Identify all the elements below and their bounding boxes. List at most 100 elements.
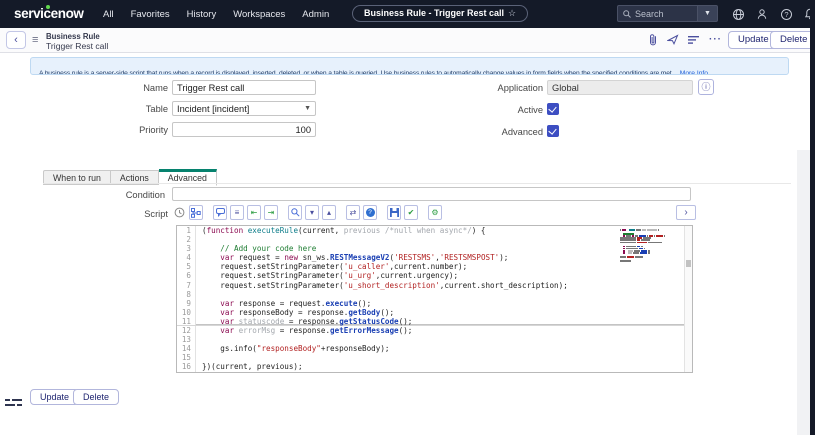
nav-admin[interactable]: Admin: [302, 9, 329, 20]
indent-right-icon[interactable]: ⇥: [264, 205, 278, 220]
find-previous-icon[interactable]: ▴: [322, 205, 336, 220]
save-icon[interactable]: [387, 205, 401, 220]
code-line[interactable]: 10 var responseBody = response.getBody()…: [177, 308, 692, 317]
help-icon-editor[interactable]: ?: [363, 205, 377, 220]
servicenow-business-rule-page: servicenow All Favorites History Workspa…: [0, 0, 815, 435]
replace-icon[interactable]: ⇄: [346, 205, 360, 220]
line-number: 16: [177, 362, 196, 371]
script-code-editor[interactable]: 1(function executeRule(current, previous…: [176, 225, 693, 373]
condition-input[interactable]: [172, 187, 691, 201]
line-number: 3: [177, 244, 196, 253]
right-edge-panel: [810, 0, 815, 435]
favorite-star-icon[interactable]: ☆: [508, 8, 516, 18]
svg-text:?: ?: [784, 10, 788, 19]
code-line[interactable]: 15: [177, 353, 692, 362]
line-number: 12: [177, 326, 196, 335]
code-line[interactable]: 14 gs.info("responseBody"+responseBody);: [177, 344, 692, 353]
editor-minimap: [620, 229, 680, 263]
line-number: 5: [177, 262, 196, 271]
context-pill[interactable]: Business Rule - Trigger Rest call ☆: [352, 5, 528, 22]
nav-history[interactable]: History: [187, 9, 217, 20]
application-info-button[interactable]: ⓘ: [698, 79, 714, 95]
code-line[interactable]: 2: [177, 235, 692, 244]
check-syntax-icon[interactable]: ✔: [404, 205, 418, 220]
more-options-icon[interactable]: ···: [709, 34, 722, 45]
code-line[interactable]: 13: [177, 335, 692, 344]
table-select[interactable]: Incident [incident] ▼: [172, 101, 316, 116]
expand-editor-button[interactable]: ›: [676, 205, 696, 220]
line-number: 2: [177, 235, 196, 244]
search-input[interactable]: Search: [617, 5, 697, 22]
code-line[interactable]: 11 var statuscode = response.getStatusCo…: [177, 317, 692, 326]
activity-filter-icon[interactable]: [688, 35, 700, 45]
share-icon[interactable]: [667, 34, 679, 45]
active-checkbox[interactable]: [547, 103, 559, 115]
tab-divider: [43, 183, 791, 184]
priority-input[interactable]: [172, 122, 316, 137]
search-icon[interactable]: [288, 205, 302, 220]
response-time-toggle-icon[interactable]: [5, 398, 22, 410]
context-pill-label: Business Rule - Trigger Rest call: [364, 8, 504, 18]
condition-label: Condition: [65, 190, 165, 200]
code-line[interactable]: 16})(current, previous);: [177, 362, 692, 371]
script-label: Script: [110, 209, 168, 219]
code-line[interactable]: 3 // Add your code here: [177, 244, 692, 253]
nav-workspaces[interactable]: Workspaces: [233, 9, 285, 20]
table-label: Table: [60, 104, 168, 114]
back-button[interactable]: ‹: [6, 31, 26, 49]
name-input[interactable]: [172, 80, 316, 95]
code-line[interactable]: 12 var errorMsg = response.getErrorMessa…: [177, 326, 692, 335]
nav-all[interactable]: All: [103, 9, 114, 20]
indent-left-icon[interactable]: ⇤: [247, 205, 261, 220]
line-number: 8: [177, 290, 196, 299]
application-value: Global: [552, 83, 579, 93]
code-line[interactable]: 7 request.setStringParameter('u_short_de…: [177, 281, 692, 290]
line-number: 15: [177, 353, 196, 362]
table-select-value: Incident [incident]: [177, 104, 304, 114]
form-context-menu-icon[interactable]: ≡: [32, 34, 38, 46]
global-search: Search ▼: [617, 5, 718, 22]
code-line[interactable]: 9 var response = request.execute();: [177, 299, 692, 308]
advanced-checkbox[interactable]: [547, 125, 559, 137]
search-scope-dropdown[interactable]: ▼: [697, 5, 718, 22]
update-button-footer[interactable]: Update: [30, 389, 79, 405]
tree-picker-icon[interactable]: [189, 205, 203, 220]
line-number: 13: [177, 335, 196, 344]
delete-button-header[interactable]: Delete: [770, 31, 815, 49]
line-number: 9: [177, 299, 196, 308]
editor-scrollbar[interactable]: [684, 226, 692, 372]
topbar-icons: ?: [731, 0, 815, 28]
nav-favorites[interactable]: Favorites: [131, 9, 170, 20]
delete-button-footer[interactable]: Delete: [73, 389, 119, 405]
line-number: 6: [177, 271, 196, 280]
top-navigation-bar: servicenow All Favorites History Workspa…: [0, 0, 815, 28]
clock-icon[interactable]: [172, 205, 186, 220]
line-number: 1: [177, 226, 196, 235]
search-icon: [623, 10, 631, 18]
attachment-paperclip-icon[interactable]: [648, 33, 658, 46]
comment-icon[interactable]: [213, 205, 227, 220]
code-line[interactable]: 8: [177, 290, 692, 299]
code-line[interactable]: 5 request.setStringParameter('u_caller',…: [177, 262, 692, 271]
search-placeholder: Search: [635, 9, 664, 19]
globe-icon[interactable]: [731, 7, 745, 21]
line-number: 11: [177, 317, 196, 325]
code-line[interactable]: 4 var request = new sn_ws.RESTMessageV2(…: [177, 253, 692, 262]
more-info-link[interactable]: More Info: [680, 70, 708, 75]
name-label: Name: [60, 83, 168, 93]
page-right-gutter: [797, 150, 810, 435]
line-number: 10: [177, 308, 196, 317]
help-icon[interactable]: ?: [779, 7, 793, 21]
user-icon[interactable]: [755, 7, 769, 21]
info-banner: A business rule is a server-side script …: [30, 57, 789, 75]
code-line[interactable]: 1(function executeRule(current, previous…: [177, 226, 692, 235]
line-number: 14: [177, 344, 196, 353]
scrollbar-thumb[interactable]: [686, 260, 691, 267]
form-header: ‹ ≡ Business Rule Trigger Rest call ··· …: [0, 28, 815, 53]
application-label: Application: [420, 83, 543, 93]
info-banner-text: A business rule is a server-side script …: [39, 70, 673, 75]
code-line[interactable]: 6 request.setStringParameter('u_urg',cur…: [177, 271, 692, 280]
format-code-icon[interactable]: ≡: [230, 205, 244, 220]
scratchpad-icon[interactable]: ⚙: [428, 205, 442, 220]
find-next-icon[interactable]: ▾: [305, 205, 319, 220]
